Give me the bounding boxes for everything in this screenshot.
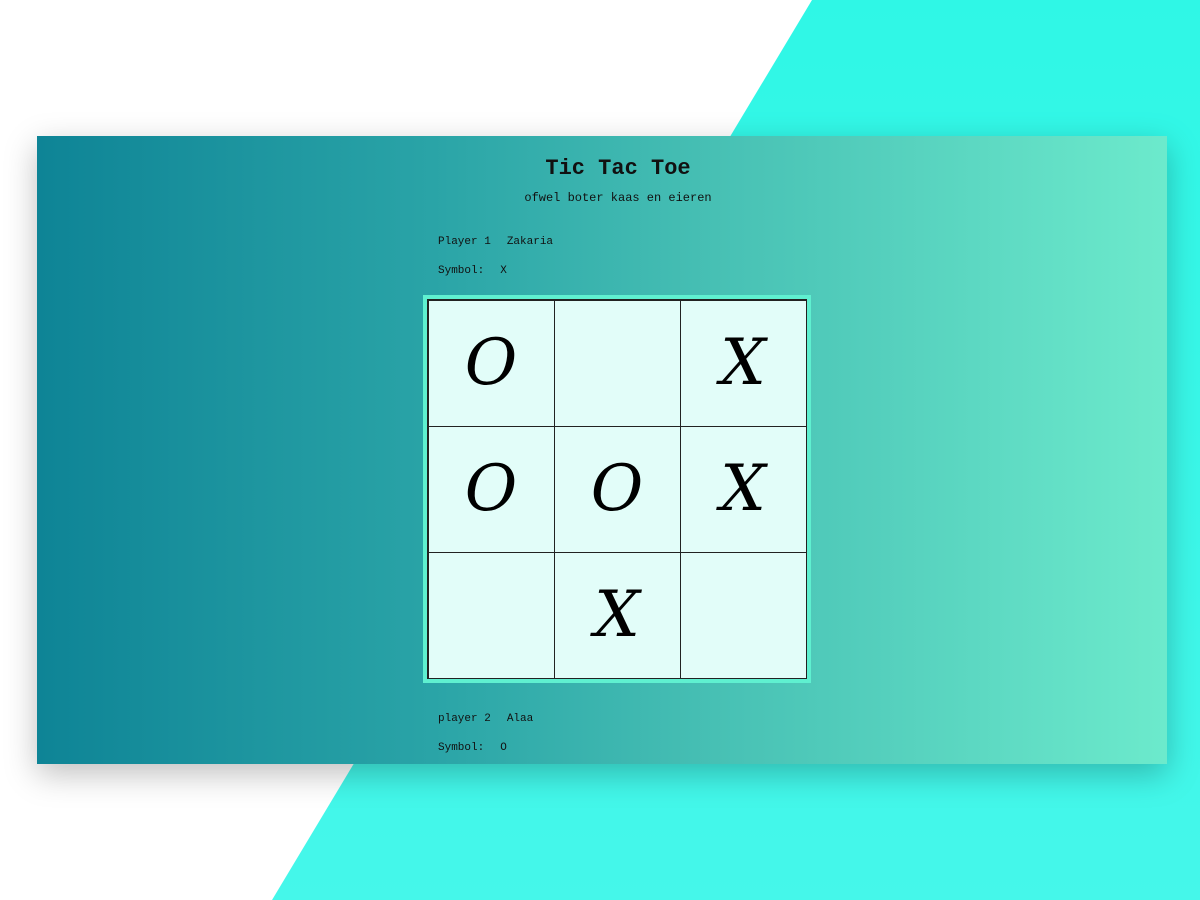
player1-symbol-label: Symbol:: [438, 265, 485, 277]
player2-symbol-label: Symbol:: [438, 742, 485, 754]
player2-symbol: O: [500, 742, 507, 754]
player2-name: Alaa: [506, 713, 534, 725]
player1-row: Player 1 Zakaria: [438, 236, 553, 248]
game-card: Tic Tac Toe ofwel boter kaas en eieren P…: [37, 136, 1167, 764]
board-cell-6[interactable]: X: [679, 425, 807, 553]
player1-symbol: X: [500, 265, 507, 277]
page-title: Tic Tac Toe: [545, 156, 691, 181]
player2-row: player 2 Alaa: [438, 713, 533, 725]
player1-label: Player 1: [438, 236, 491, 248]
board-cell-9[interactable]: [679, 551, 807, 679]
board-cell-5[interactable]: O: [553, 425, 681, 553]
page-subtitle: ofwel boter kaas en eieren: [524, 191, 712, 205]
board-cell-3[interactable]: X: [679, 299, 807, 427]
player1-name: Zakaria: [506, 236, 554, 248]
player2-symbol-row: Symbol: O: [438, 742, 507, 754]
player1-symbol-row: Symbol: X: [438, 265, 507, 277]
board-cell-7[interactable]: [427, 551, 555, 679]
board-cell-8[interactable]: X: [553, 551, 681, 679]
board-cell-4[interactable]: O: [427, 425, 555, 553]
player2-label: player 2: [438, 713, 491, 725]
board-cell-1[interactable]: O: [427, 299, 555, 427]
game-board: O X O O X X: [427, 299, 807, 679]
board-frame: O X O O X X: [423, 295, 811, 683]
board-cell-2[interactable]: [553, 299, 681, 427]
